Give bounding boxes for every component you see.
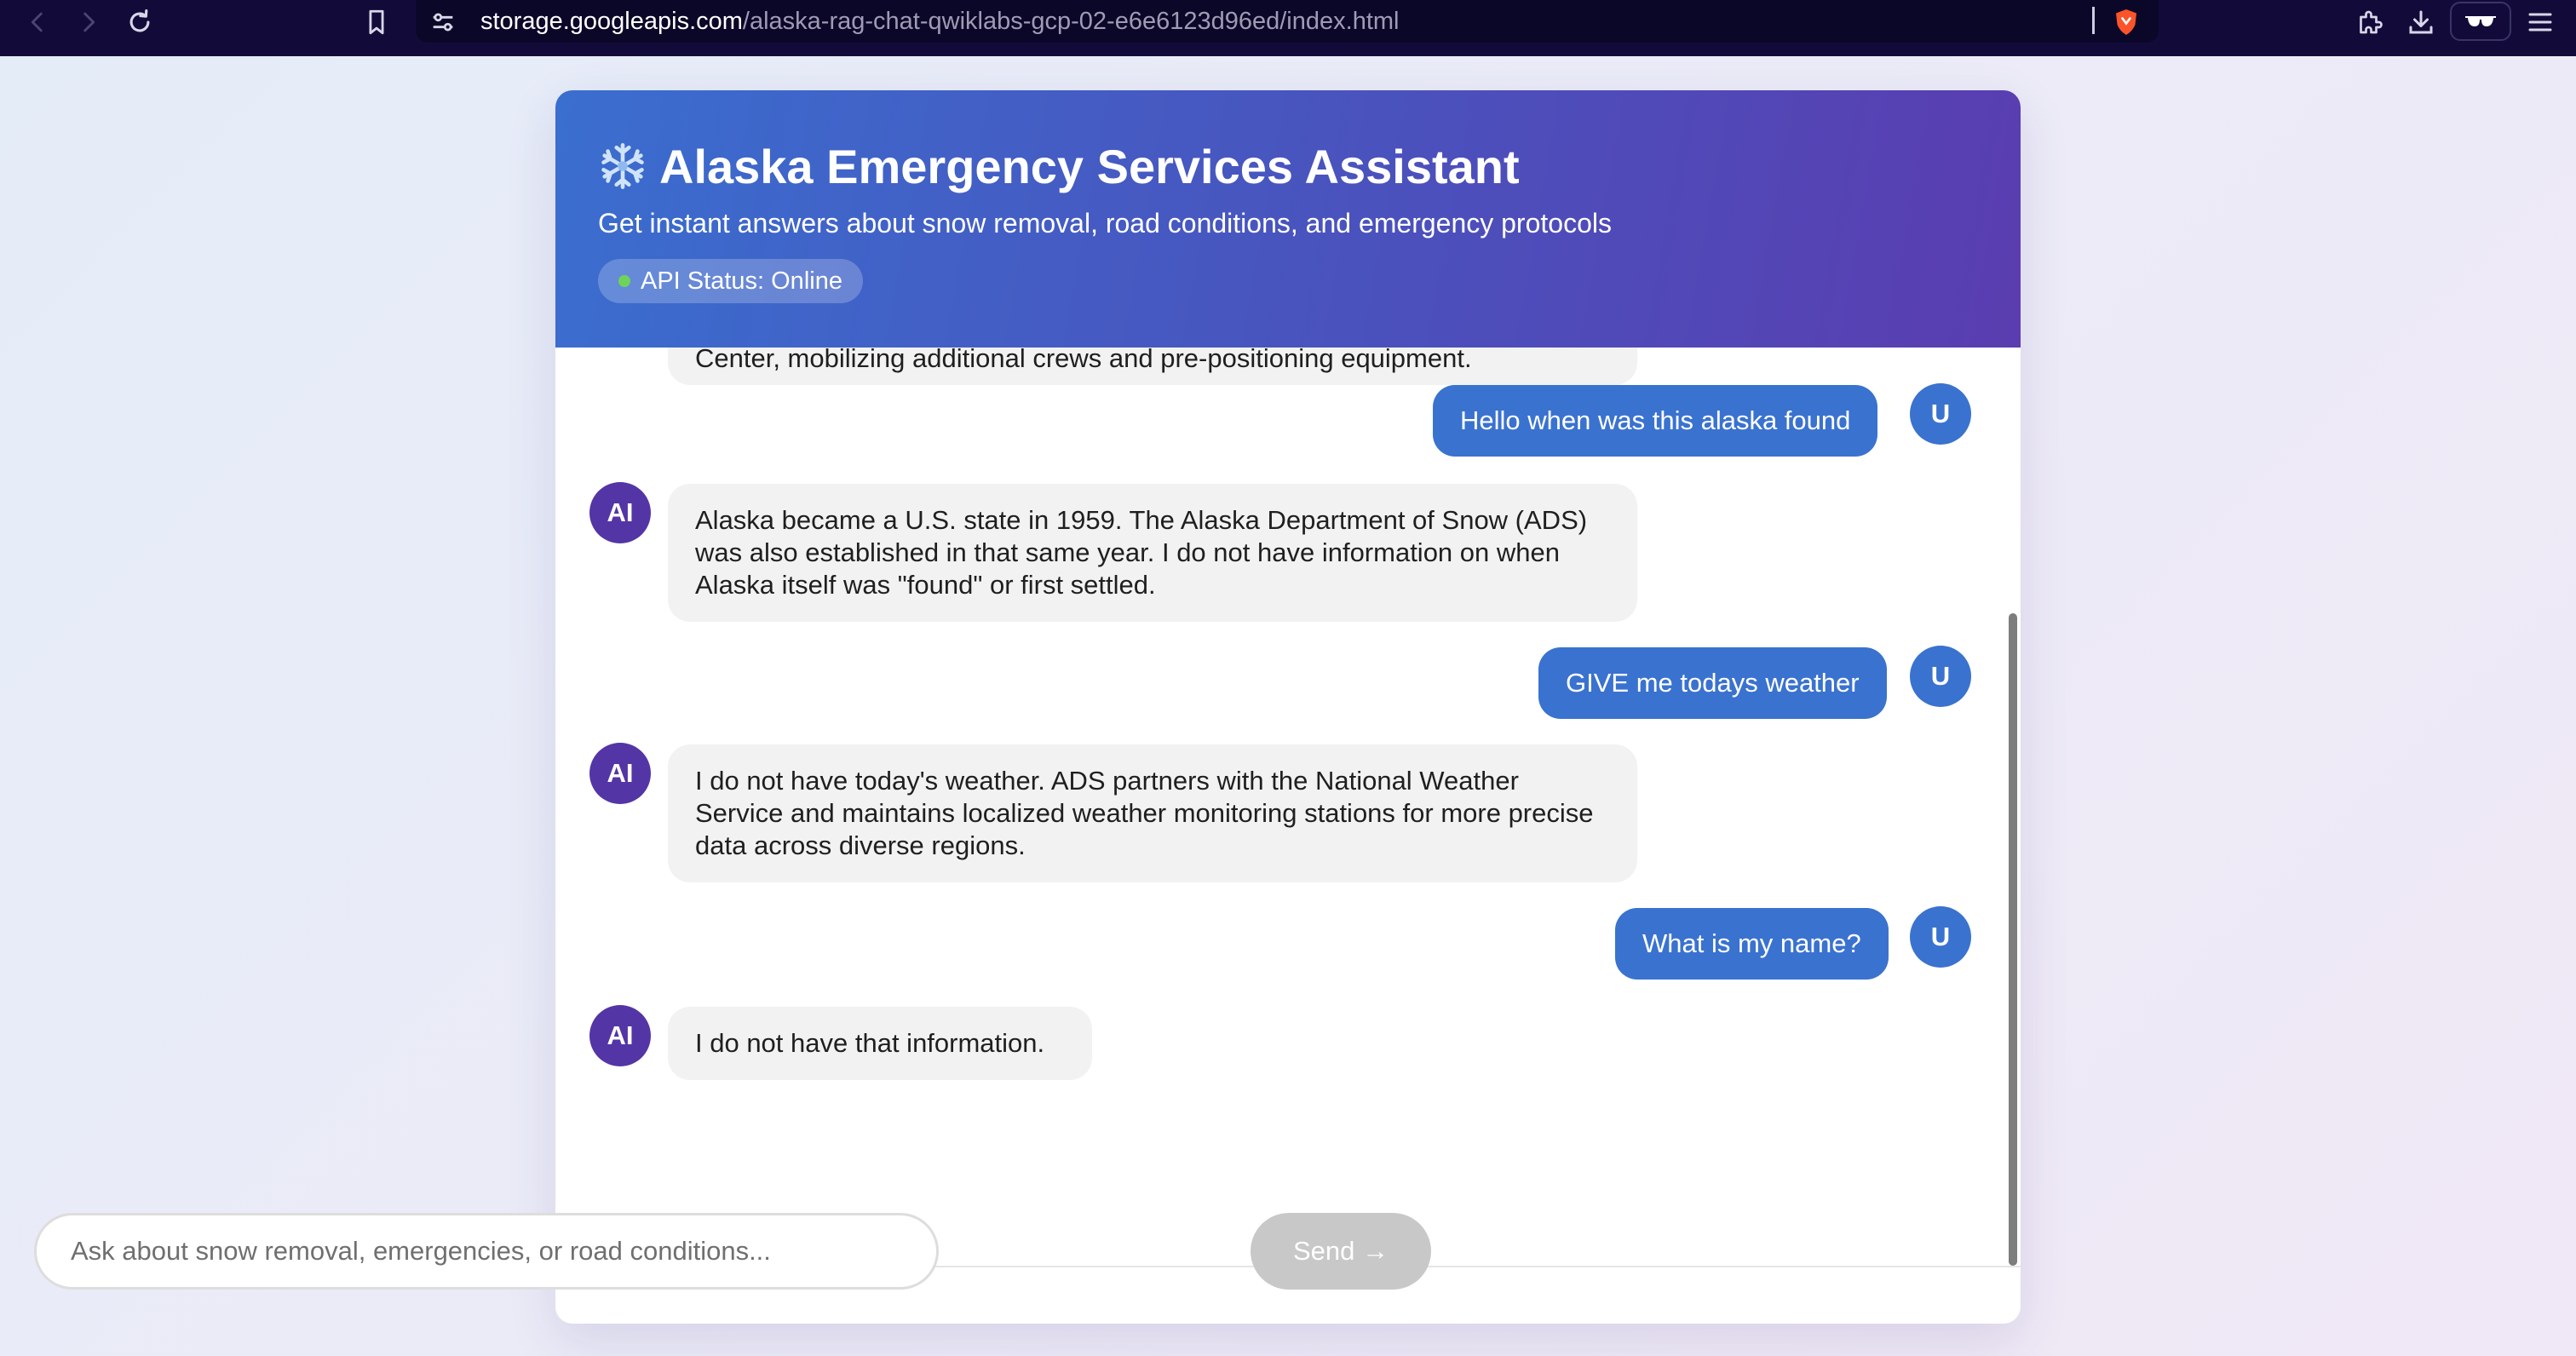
chat-card: Alaska Emergency Services Assistant Get … [555, 90, 2021, 1324]
download-icon[interactable] [2399, 3, 2443, 41]
title-text: Alaska Emergency Services Assistant [659, 139, 1520, 193]
user-message: Hello when was this alaska found [1433, 385, 1878, 457]
user-avatar: U [1910, 646, 1971, 707]
chat-input[interactable] [34, 1213, 939, 1290]
status-text: API Status: Online [641, 267, 842, 295]
ai-message: I do not have that information. [668, 1007, 1092, 1080]
menu-icon[interactable] [2518, 3, 2562, 41]
send-button[interactable]: Send → [1251, 1213, 1431, 1290]
back-icon[interactable] [14, 3, 61, 41]
ai-message: Center, mobilizing additional crews and … [668, 348, 1637, 385]
ai-avatar: AI [589, 482, 651, 543]
reader-mode-icon[interactable] [2450, 2, 2511, 41]
browser-toolbar: storage.googleapis.com/alaska-rag-chat-q… [0, 0, 2576, 56]
url-path: /alaska-rag-chat-qwiklabs-gcp-02-e6e6123… [742, 8, 1400, 35]
snowflake-icon [601, 143, 644, 189]
user-avatar: U [1910, 383, 1971, 445]
chat-header: Alaska Emergency Services Assistant Get … [555, 90, 2021, 348]
forward-icon[interactable] [65, 3, 112, 41]
status-badge: API Status: Online [598, 259, 863, 303]
site-settings-icon[interactable] [419, 3, 467, 41]
message-list[interactable]: Center, mobilizing additional crews and … [555, 348, 2021, 1266]
ai-message: I do not have today's weather. ADS partn… [668, 744, 1637, 882]
status-dot-icon [618, 275, 630, 287]
user-message: What is my name? [1615, 908, 1889, 980]
user-avatar: U [1910, 906, 1971, 968]
url-text[interactable]: storage.googleapis.com/alaska-rag-chat-q… [480, 5, 1399, 37]
ai-message: Alaska became a U.S. state in 1959. The … [668, 484, 1637, 622]
bookmark-icon[interactable] [353, 3, 400, 41]
reload-icon[interactable] [116, 3, 164, 41]
extensions-icon[interactable] [2348, 3, 2392, 41]
url-host: storage.googleapis.com [480, 8, 743, 35]
page-title: Alaska Emergency Services Assistant [598, 135, 1520, 198]
user-message: GIVE me todays weather [1538, 647, 1887, 719]
ai-avatar: AI [589, 1005, 651, 1066]
url-separator [2092, 7, 2095, 34]
page-subtitle: Get instant answers about snow removal, … [598, 208, 1612, 238]
brave-shield-icon[interactable] [2104, 3, 2148, 41]
ai-avatar: AI [589, 743, 651, 804]
scrollbar-thumb[interactable] [2009, 613, 2017, 1266]
